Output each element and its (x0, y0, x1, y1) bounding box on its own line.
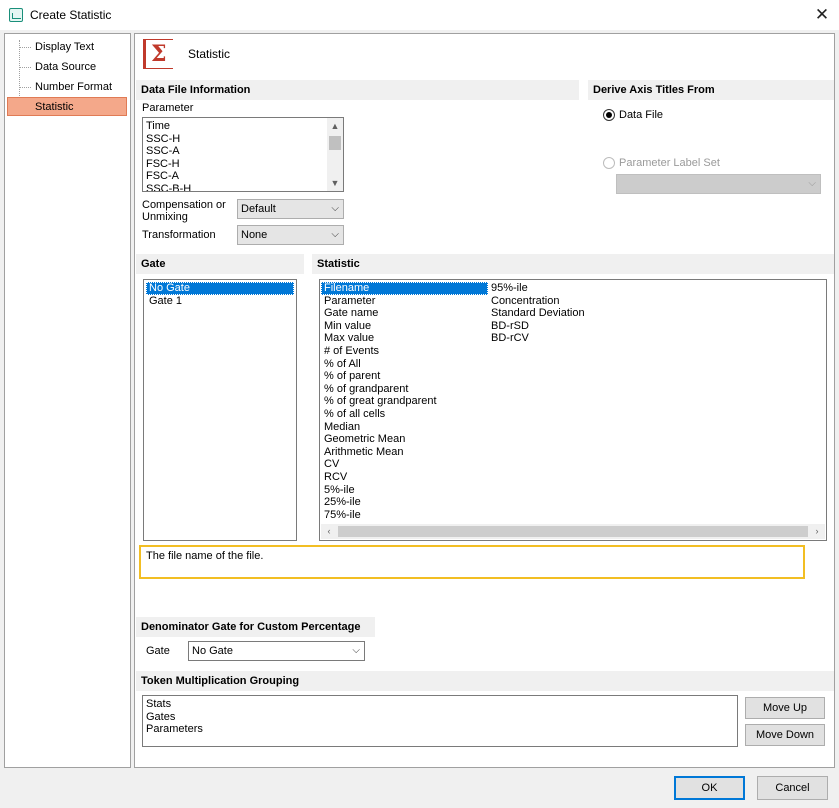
list-item[interactable]: Standard Deviation (488, 307, 648, 320)
gate-heading: Gate (136, 254, 304, 274)
scroll-down-icon[interactable]: ▼ (327, 175, 343, 191)
token-grouping-heading: Token Multiplication Grouping (136, 671, 834, 691)
denominator-gate-select[interactable]: No Gate ⌵ (188, 641, 365, 661)
list-item[interactable]: SSC-H (143, 133, 343, 146)
list-item[interactable]: Gate name (321, 307, 488, 320)
denominator-gate-value: No Gate (192, 645, 233, 657)
list-item[interactable]: Parameters (143, 723, 737, 736)
list-item[interactable]: 5%-ile (321, 484, 488, 497)
scroll-right-icon[interactable]: › (809, 524, 825, 539)
list-item[interactable]: Min value (321, 320, 488, 333)
list-item[interactable]: 75%-ile (321, 509, 488, 522)
compensation-value: Default (241, 203, 276, 215)
list-item[interactable]: % of great grandparent (321, 395, 488, 408)
list-item[interactable]: 25%-ile (321, 496, 488, 509)
chevron-down-icon: ⌵ (352, 645, 360, 656)
nav-item-number-format[interactable]: Number Format (34, 79, 113, 95)
gate-listbox[interactable]: No Gate Gate 1 (143, 279, 297, 541)
tree-connector (19, 87, 31, 88)
chevron-down-icon: ⌵ (331, 203, 339, 214)
compensation-label: Compensation or Unmixing (142, 199, 226, 223)
list-item[interactable]: 95%-ile (488, 282, 648, 295)
parameter-label-set-select[interactable]: ⌵ (616, 174, 821, 194)
list-item[interactable]: % of All (321, 358, 488, 371)
move-up-button[interactable]: Move Up (745, 697, 825, 719)
parameter-label: Parameter (142, 102, 194, 114)
list-item[interactable]: Parameter (321, 295, 488, 308)
scroll-thumb[interactable] (338, 526, 808, 537)
list-item[interactable]: % of all cells (321, 408, 488, 421)
list-item[interactable]: Gate 1 (146, 295, 294, 308)
move-down-button[interactable]: Move Down (745, 724, 825, 746)
list-item[interactable]: Median (321, 421, 488, 434)
list-item[interactable]: Geometric Mean (321, 433, 488, 446)
list-item[interactable]: CV (321, 458, 488, 471)
scroll-left-icon[interactable]: ‹ (321, 524, 337, 539)
chevron-down-icon: ⌵ (808, 178, 816, 189)
page-title: Statistic (188, 47, 231, 61)
nav-item-display-text[interactable]: Display Text (34, 39, 95, 55)
tree-connector (19, 47, 31, 48)
compensation-select[interactable]: Default ⌵ (237, 199, 344, 219)
list-item[interactable]: FSC-A (143, 170, 343, 183)
radio-data-file-label[interactable]: Data File (619, 109, 663, 121)
radio-parameter-label-set-label[interactable]: Parameter Label Set (619, 157, 720, 169)
window-title: Create Statistic (30, 8, 112, 22)
list-item[interactable]: Filename (321, 282, 488, 295)
radio-data-file[interactable] (603, 109, 615, 121)
list-item[interactable]: No Gate (146, 282, 294, 295)
token-grouping-listbox[interactable]: Stats Gates Parameters (142, 695, 738, 747)
statistic-hscrollbar[interactable]: ‹ › (321, 524, 825, 539)
transformation-select[interactable]: None ⌵ (237, 225, 344, 245)
list-item[interactable]: Stats (143, 698, 737, 711)
list-item[interactable]: Time (143, 120, 343, 133)
denominator-heading: Denominator Gate for Custom Percentage (136, 617, 375, 637)
derive-heading: Derive Axis Titles From (588, 80, 834, 100)
ok-button[interactable]: OK (674, 776, 745, 800)
description-box: The file name of the file. (139, 545, 805, 579)
nav-item-statistic[interactable]: Statistic (34, 99, 75, 115)
scroll-thumb[interactable] (329, 136, 341, 150)
list-item[interactable]: SSC-B-H (143, 183, 343, 191)
parameter-listbox[interactable]: Time SSC-H SSC-A FSC-H FSC-A SSC-B-H ▲ ▼ (142, 117, 344, 192)
nav-tree: Display Text Data Source Number Format S… (4, 33, 131, 768)
list-item[interactable]: % of parent (321, 370, 488, 383)
radio-parameter-label-set[interactable] (603, 157, 615, 169)
statistic-column-1: Filename Parameter Gate name Min value M… (321, 282, 488, 521)
close-icon[interactable]: ✕ (812, 5, 832, 25)
statistic-heading: Statistic (312, 254, 834, 274)
list-item[interactable]: # of Events (321, 345, 488, 358)
list-item[interactable]: RCV (321, 471, 488, 484)
sigma-icon: Σ (143, 39, 173, 69)
transformation-value: None (241, 229, 268, 241)
tree-connector (19, 67, 31, 68)
title-bar (0, 0, 839, 30)
denominator-gate-label: Gate (146, 645, 170, 657)
description-text: The file name of the file. (146, 550, 264, 562)
chevron-down-icon: ⌵ (331, 229, 339, 240)
list-item[interactable]: BD-rCV (488, 332, 648, 345)
parameter-scrollbar[interactable]: ▲ ▼ (327, 118, 343, 191)
cancel-button[interactable]: Cancel (757, 776, 828, 800)
scroll-up-icon[interactable]: ▲ (327, 118, 343, 134)
chart-icon (9, 8, 23, 22)
list-item[interactable]: FSC-H (143, 158, 343, 171)
transformation-label: Transformation (142, 229, 216, 241)
tree-line (19, 40, 20, 104)
statistic-column-2: 95%-ile Concentration Standard Deviation… (488, 282, 648, 345)
nav-item-data-source[interactable]: Data Source (34, 59, 97, 75)
list-item[interactable]: SSC-A (143, 145, 343, 158)
statistic-listbox[interactable]: Filename Parameter Gate name Min value M… (319, 279, 827, 541)
list-item[interactable]: % of grandparent (321, 383, 488, 396)
list-item[interactable]: Max value (321, 332, 488, 345)
data-file-info-heading: Data File Information (136, 80, 579, 100)
list-item[interactable]: Gates (143, 711, 737, 724)
list-item[interactable]: BD-rSD (488, 320, 648, 333)
list-item[interactable]: Concentration (488, 295, 648, 308)
list-item[interactable]: Arithmetic Mean (321, 446, 488, 459)
